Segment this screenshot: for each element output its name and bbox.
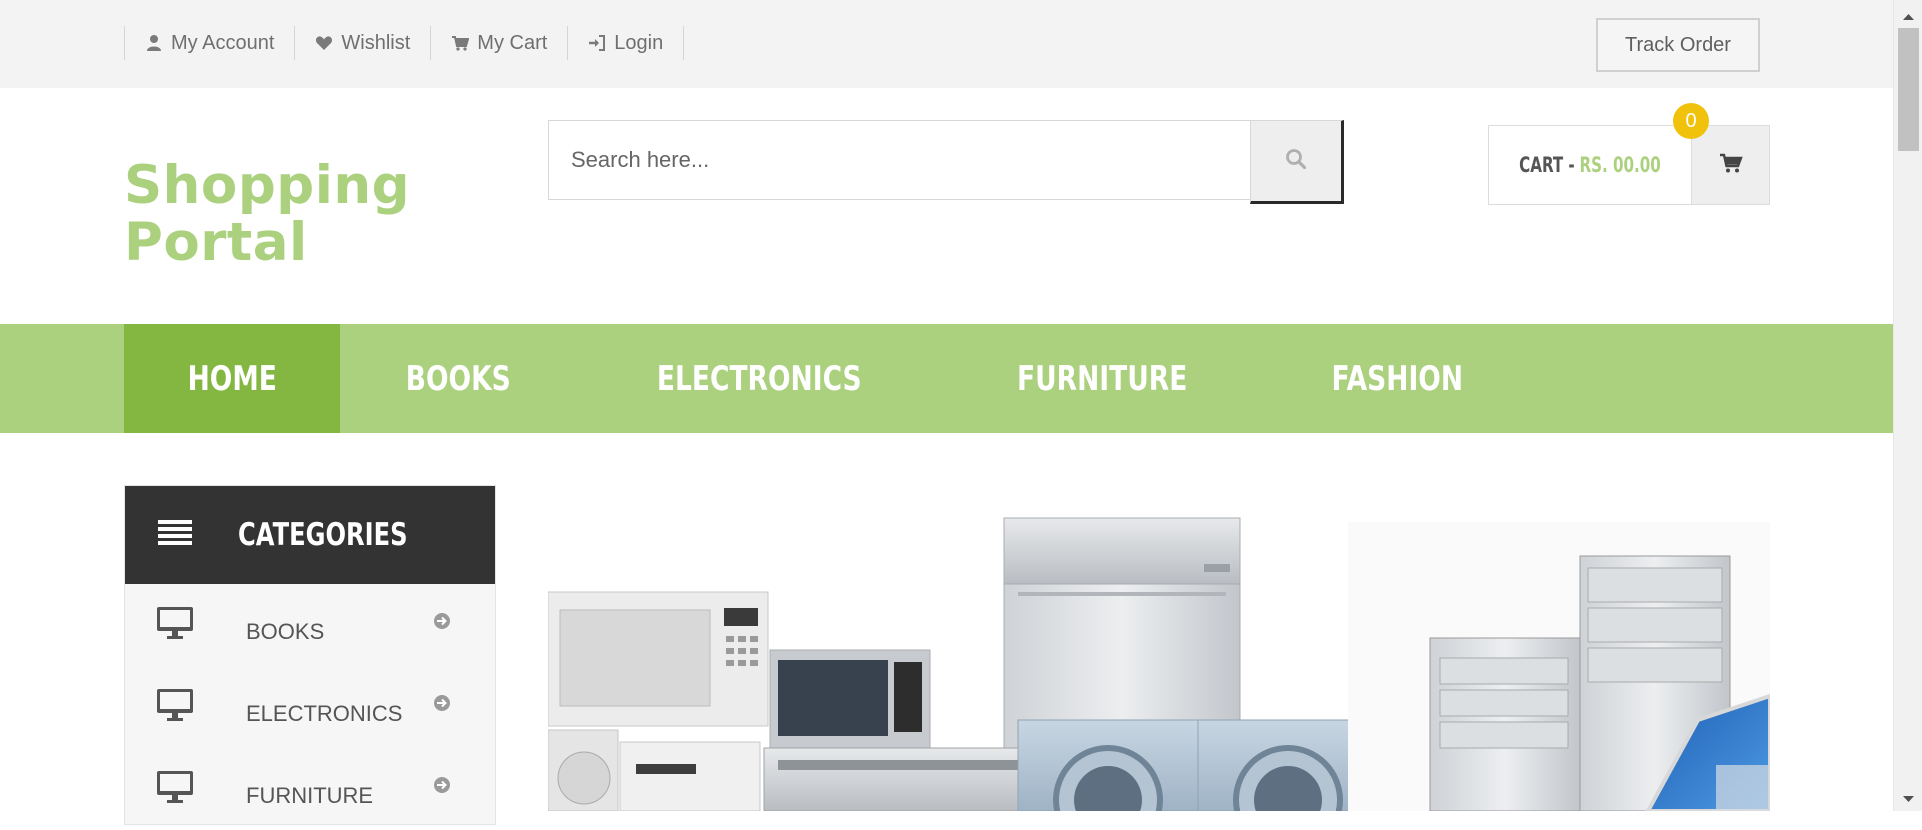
my-account-link[interactable]: My Account bbox=[124, 26, 294, 60]
cart-label: CART - bbox=[1519, 153, 1575, 177]
arrow-circle-right-icon bbox=[433, 612, 451, 630]
search-bar bbox=[548, 120, 1344, 204]
my-account-label: My Account bbox=[171, 31, 275, 54]
nav-items: HOME BOOKS ELECTRONICS FURNITURE FASHION bbox=[124, 324, 1532, 433]
cart-icon bbox=[451, 34, 470, 52]
top-links: My Account Wishlist My Cart Login bbox=[124, 26, 685, 60]
my-cart-link[interactable]: My Cart bbox=[430, 26, 567, 60]
my-cart-label: My Cart bbox=[477, 31, 548, 54]
search-input[interactable] bbox=[548, 120, 1251, 200]
track-order-button[interactable]: Track Order bbox=[1596, 18, 1760, 72]
logo-line-1: Shopping bbox=[124, 155, 411, 216]
heart-icon bbox=[315, 34, 333, 52]
cart-count-badge: 0 bbox=[1673, 103, 1709, 139]
cart-icon-box[interactable] bbox=[1691, 126, 1769, 204]
wishlist-label: Wishlist bbox=[341, 31, 411, 54]
sidebar-item-electronics[interactable]: ELECTRONICS bbox=[125, 666, 495, 748]
cart-summary: CART - RS. 00.00 bbox=[1509, 126, 1671, 204]
site-logo[interactable]: Shopping Portal bbox=[124, 155, 411, 273]
scroll-to-top-button[interactable] bbox=[1716, 765, 1768, 811]
nav-item-home[interactable]: HOME bbox=[124, 324, 341, 433]
desktop-icon bbox=[156, 770, 194, 809]
categories-sidebar: CATEGORIES BOOKS ELECTRONICS FURNITURE bbox=[124, 485, 496, 825]
sidebar-item-label: BOOKS bbox=[246, 619, 325, 644]
logo-line-2: Portal bbox=[124, 212, 308, 273]
nav-item-books[interactable]: BOOKS bbox=[340, 324, 577, 433]
main-nav: HOME BOOKS ELECTRONICS FURNITURE FASHION bbox=[0, 324, 1893, 433]
nav-item-electronics-label: ELECTRONICS bbox=[656, 358, 862, 399]
nav-item-fashion-label: FASHION bbox=[1331, 358, 1463, 399]
cart-amount: RS. 00.00 bbox=[1579, 153, 1661, 177]
nav-item-furniture[interactable]: FURNITURE bbox=[942, 324, 1262, 433]
hero-banner-image[interactable] bbox=[548, 510, 1770, 811]
nav-item-furniture-label: FURNITURE bbox=[1016, 358, 1187, 399]
nav-item-books-label: BOOKS bbox=[406, 358, 512, 399]
nav-item-fashion[interactable]: FASHION bbox=[1262, 324, 1533, 433]
list-icon bbox=[158, 519, 192, 552]
login-label: Login bbox=[614, 31, 664, 54]
sidebar-item-label: ELECTRONICS bbox=[246, 701, 403, 726]
search-button[interactable] bbox=[1250, 120, 1344, 204]
header-cart[interactable]: CART - RS. 00.00 bbox=[1488, 125, 1770, 205]
sign-in-icon bbox=[588, 34, 606, 52]
arrow-circle-right-icon bbox=[433, 776, 451, 794]
sidebar-item-label: FURNITURE bbox=[246, 783, 374, 808]
sidebar-item-books[interactable]: BOOKS bbox=[125, 584, 495, 666]
user-icon bbox=[145, 34, 163, 52]
desktop-icon bbox=[156, 688, 194, 727]
categories-header: CATEGORIES bbox=[125, 486, 495, 584]
cart-icon bbox=[1719, 152, 1743, 179]
search-icon bbox=[1285, 148, 1307, 175]
scroll-down-arrow-icon[interactable] bbox=[1903, 790, 1914, 808]
desktop-icon bbox=[156, 606, 194, 645]
wishlist-link[interactable]: Wishlist bbox=[294, 26, 430, 60]
nav-item-home-label: HOME bbox=[187, 358, 277, 399]
arrow-circle-right-icon bbox=[433, 694, 451, 712]
sidebar-item-furniture[interactable]: FURNITURE bbox=[125, 748, 495, 830]
login-link[interactable]: Login bbox=[567, 26, 685, 60]
scroll-up-arrow-icon[interactable] bbox=[1903, 8, 1914, 26]
categories-title: CATEGORIES bbox=[238, 517, 408, 553]
scrollbar-thumb[interactable] bbox=[1898, 28, 1919, 151]
page-scrollbar[interactable] bbox=[1893, 0, 1922, 811]
top-bar: My Account Wishlist My Cart Login Track … bbox=[0, 0, 1893, 88]
nav-item-electronics[interactable]: ELECTRONICS bbox=[577, 324, 942, 433]
